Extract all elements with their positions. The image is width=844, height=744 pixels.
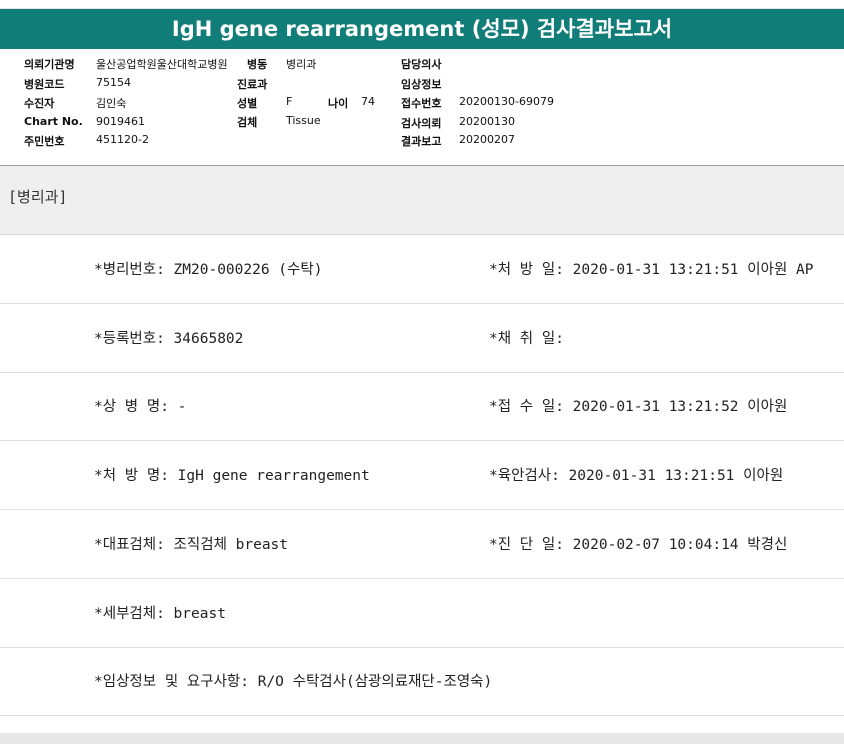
result-row: *임상정보 및 요구사항: R/O 수탁검사(삼광의료재단-조영숙)	[0, 647, 844, 716]
clinical-info-label: 임상정보	[401, 78, 442, 91]
section-label: [병리과]	[8, 188, 68, 206]
collection-date: *채 취 일:	[489, 331, 564, 347]
result-report-label: 결과보고	[401, 135, 442, 148]
hospital-code-label: 병원코드	[24, 78, 65, 91]
receipt-no-value: 20200130-69079	[459, 95, 554, 108]
registration-number: *등록번호: 34665802	[94, 331, 244, 347]
age-value: 74	[361, 95, 375, 108]
receipt-no-label: 접수번호	[401, 97, 442, 110]
institution-value: 울산공업학원울산대학교병원	[96, 58, 228, 71]
patient-label: 수진자	[24, 97, 55, 110]
result-row: *등록번호: 34665802 *채 취 일:	[0, 304, 844, 373]
result-row: *대표검체: 조직검체 breast *진 단 일: 2020-02-07 10…	[0, 510, 844, 579]
result-row: *상 병 명: - *접 수 일: 2020-01-31 13:21:52 이아…	[0, 372, 844, 441]
patient-value: 김인숙	[96, 97, 127, 110]
sex-label: 성별	[237, 97, 258, 110]
receipt-date: *접 수 일: 2020-01-31 13:21:52 이아원	[489, 399, 788, 415]
detail-specimen: *세부검체: breast	[94, 606, 226, 622]
result-row: *세부검체: breast	[0, 579, 844, 648]
result-report-value: 20200207	[459, 133, 515, 146]
bottom-strip	[0, 733, 844, 744]
section-band: [병리과]	[0, 166, 844, 235]
request-value: 20200130	[459, 115, 515, 128]
request-label: 검사의뢰	[401, 117, 442, 130]
attending-label: 담당의사	[401, 58, 442, 71]
result-row: *병리번호: ZM20-000226 (수탁) *처 방 일: 2020-01-…	[0, 235, 844, 304]
representative-specimen: *대표검체: 조직검체 breast	[94, 537, 289, 553]
prescription-name: *처 방 명: IgH gene rearrangement	[94, 468, 370, 484]
report-title: IgH gene rearrangement (성모) 검사결과보고서	[0, 8, 844, 49]
result-row: *처 방 명: IgH gene rearrangement *육안검사: 20…	[0, 441, 844, 510]
department-label: 진료과	[237, 78, 268, 91]
prescription-date: *처 방 일: 2020-01-31 13:21:51 이아원 AP	[489, 262, 814, 278]
pathology-number: *병리번호: ZM20-000226 (수탁)	[94, 262, 323, 278]
chart-no-value: 9019461	[96, 115, 145, 128]
hospital-code-value: 75154	[96, 76, 131, 89]
clinical-request-info: *임상정보 및 요구사항: R/O 수탁검사(삼광의료재단-조영숙)	[94, 674, 493, 690]
gross-exam-date: *육안검사: 2020-01-31 13:21:51 이아원	[489, 468, 784, 484]
ward-label: 병동	[247, 58, 268, 71]
sex-value: F	[286, 95, 293, 108]
chart-no-label: Chart No.	[24, 115, 83, 128]
resident-no-value: 451120-2	[96, 133, 149, 146]
specimen-label: 검체	[237, 116, 258, 129]
age-label: 나이	[328, 97, 349, 110]
report-header-info: 의뢰기관명 울산공업학원울산대학교병원 병동 병리과 담당의사 병원코드 751…	[0, 53, 844, 165]
resident-no-label: 주민번호	[24, 135, 65, 148]
diagnosis-date: *진 단 일: 2020-02-07 10:04:14 박경신	[489, 537, 788, 553]
ward-value: 병리과	[286, 58, 317, 71]
institution-label: 의뢰기관명	[24, 58, 75, 71]
specimen-value: Tissue	[286, 114, 321, 127]
diagnosis-name: *상 병 명: -	[94, 399, 187, 415]
